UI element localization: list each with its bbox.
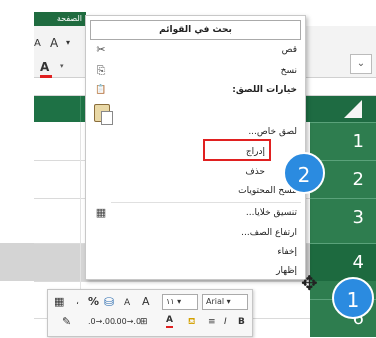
menu-item-copy[interactable]: نسخ [281, 63, 297, 79]
menu-item-row-height[interactable]: ارتفاع الصف... [241, 225, 297, 241]
font-color-button[interactable]: A [166, 314, 173, 328]
ribbon-expand-icon[interactable]: ⌄ [350, 54, 372, 74]
ribbon-dropdown-icon[interactable]: ▾ [66, 38, 70, 47]
font-name-value: Arial [206, 297, 225, 306]
grow-font-button[interactable]: A [50, 36, 58, 50]
menu-item-cut[interactable]: قص [282, 42, 297, 58]
context-menu: بحث في القوائم قص ✂ نسخ ⎘ خيارات اللصق: … [85, 15, 306, 280]
step-2-callout: 2 [283, 152, 325, 194]
shrink-font-button[interactable]: A [34, 38, 41, 49]
bold-button[interactable]: B [238, 314, 245, 330]
font-name-dropdown[interactable]: Arial ▾ [202, 294, 248, 310]
column-divider [80, 96, 81, 122]
select-all-corner[interactable] [310, 96, 376, 122]
font-color-dropdown-icon[interactable]: ▾ [60, 62, 64, 70]
row-header[interactable]: 3 [310, 198, 376, 236]
insert-highlight-box [203, 139, 271, 161]
grid-line [34, 281, 310, 282]
menu-item-hide[interactable]: إخفاء [277, 244, 297, 260]
italic-button[interactable]: I [224, 314, 227, 330]
menu-item-delete[interactable]: حذف [245, 164, 265, 180]
ribbon-tab-page[interactable]: الصفحة [34, 12, 86, 26]
font-size-dropdown[interactable]: ١١ ▾ [162, 294, 198, 310]
chevron-down-icon: ▾ [226, 297, 231, 306]
font-color-button[interactable]: A [40, 60, 49, 74]
borders-icon[interactable]: ⊞ [140, 314, 148, 330]
menu-item-paste-special[interactable]: لصق خاص... [248, 124, 297, 140]
paste-option-icon[interactable] [94, 104, 113, 125]
increase-decimal-icon[interactable]: .0→.00 [88, 314, 115, 330]
fill-color-icon[interactable]: ⛾ [188, 314, 195, 330]
mini-toolbar: Arial ▾ ١١ ▾ A A ⛁ % ، ▦ B I ≡ ⛾ A ⊞ .00… [47, 289, 253, 337]
percent-button[interactable]: % [88, 294, 99, 310]
copy-icon: ⎘ [96, 64, 106, 77]
paste-icon: 📋 [95, 85, 107, 95]
step-1-callout: 1 [332, 277, 374, 319]
align-center-icon[interactable]: ≡ [208, 314, 216, 330]
menu-item-format-cells[interactable]: تنسيق خلايا... [246, 205, 297, 221]
chevron-down-icon: ▾ [177, 297, 182, 306]
menu-item-paste-options: خيارات اللصق: [232, 85, 297, 95]
decrease-decimal-icon[interactable]: .00→.0 [114, 314, 141, 330]
comma-style-button[interactable]: ، [76, 294, 79, 310]
grow-font-button[interactable]: A [142, 294, 150, 310]
scissors-icon: ✂ [96, 43, 106, 56]
resize-cursor-icon: ✥ [301, 271, 318, 295]
format-painter-icon[interactable]: ✎ [62, 314, 71, 330]
accounting-format-icon[interactable]: ⛁ [104, 294, 114, 310]
menu-search-box[interactable]: بحث في القوائم [90, 20, 301, 40]
select-all-triangle-icon [344, 100, 362, 118]
shrink-font-button[interactable]: A [124, 295, 130, 311]
format-cells-icon: ▦ [95, 206, 107, 219]
font-size-value: ١١ [166, 297, 175, 306]
table-format-icon[interactable]: ▦ [54, 294, 64, 310]
menu-item-unhide[interactable]: إظهار [276, 263, 297, 279]
row-header[interactable]: 1 [310, 122, 376, 160]
menu-separator [111, 202, 301, 203]
row-header-selected[interactable]: 4 [310, 243, 376, 281]
